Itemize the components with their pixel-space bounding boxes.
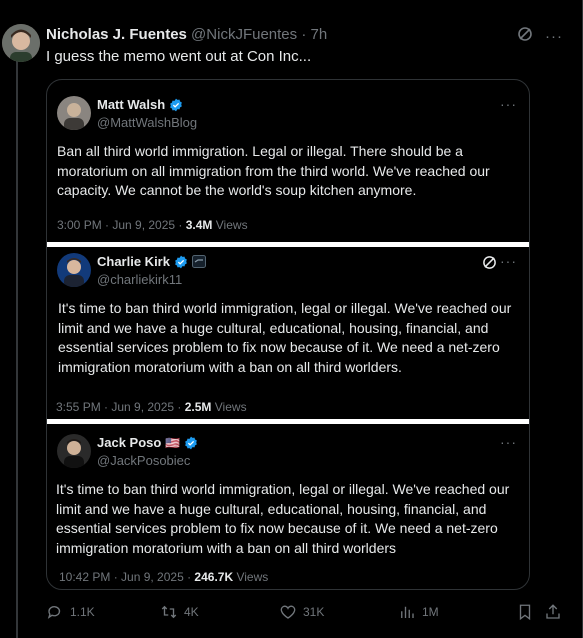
view-count: 246.7K [194, 570, 234, 584]
bookmark-button[interactable] [516, 603, 534, 621]
view-count: 3.4M [185, 218, 213, 232]
bookmark-icon [519, 604, 531, 621]
like-button[interactable]: 31K [279, 603, 324, 621]
us-flag-icon: 🇺🇸 [165, 435, 181, 450]
quote-author-name[interactable]: Charlie Kirk [97, 254, 206, 269]
repost-button[interactable]: 4K [160, 603, 199, 621]
post-header-actions: ··· [517, 26, 563, 47]
views-label: Views [211, 400, 247, 414]
grok-icon[interactable] [517, 26, 533, 47]
more-options-icon[interactable]: ··· [500, 434, 517, 450]
post-text: I guess the memo went out at Con Inc... [46, 48, 312, 65]
thread-line [16, 56, 18, 638]
reply-count: 1.1K [70, 605, 95, 619]
like-count: 31K [303, 605, 325, 619]
verified-badge-icon [185, 436, 198, 449]
quote-author-handle[interactable]: @MattWalshBlog [97, 115, 197, 130]
quote-text: Ban all third world immigration. Legal o… [57, 143, 490, 198]
quote-timestamp[interactable]: 3:00 PM · Jun 9, 2025 · [57, 218, 186, 232]
quote-meta: 3:00 PM · Jun 9, 2025 · 3.4M Views [57, 218, 248, 232]
verified-badge-icon [175, 255, 187, 268]
share-button[interactable] [544, 603, 562, 621]
verified-badge-icon [170, 98, 182, 111]
quoted-post-1[interactable]: Matt Walsh @MattWalshBlog ··· Ban all th… [47, 80, 529, 242]
quote-text: It's time to ban third world immigration… [56, 481, 510, 556]
repost-count: 4K [184, 605, 199, 619]
grok-icon[interactable] [482, 255, 497, 275]
views-count: 1M [422, 605, 439, 619]
quoted-posts-container: Matt Walsh @MattWalshBlog ··· Ban all th… [46, 79, 530, 590]
quote-author-handle[interactable]: @JackPosobiec [97, 453, 190, 468]
views-button[interactable]: 1M [398, 603, 439, 621]
more-options-icon[interactable]: ··· [500, 96, 517, 112]
more-options-icon[interactable]: ··· [500, 253, 517, 269]
author-handle[interactable]: @NickJFuentes [191, 26, 297, 43]
post-time[interactable]: 7h [310, 26, 327, 43]
separator-dot: · [301, 26, 307, 43]
quote-timestamp[interactable]: 10:42 PM · Jun 9, 2025 · [59, 570, 194, 584]
reply-icon [47, 606, 61, 619]
avatar[interactable] [2, 24, 40, 62]
quote-author-name[interactable]: Matt Walsh [97, 97, 183, 112]
quote-author-handle[interactable]: @charliekirk11 [97, 272, 182, 287]
post-header: Nicholas J. Fuentes @NickJFuentes · 7h [46, 26, 327, 43]
quote-text: It's time to ban third world immigration… [58, 300, 512, 375]
heart-icon [280, 605, 296, 619]
avatar[interactable] [57, 253, 91, 287]
view-count: 2.5M [184, 400, 212, 414]
quote-author-name[interactable]: Jack Poso 🇺🇸 [97, 435, 198, 450]
avatar[interactable] [57, 434, 91, 468]
quote-author-name-text: Charlie Kirk [97, 254, 170, 269]
quote-meta: 3:55 PM · Jun 9, 2025 · 2.5M Views [56, 400, 247, 414]
views-label: Views [212, 218, 248, 232]
author-name[interactable]: Nicholas J. Fuentes [46, 26, 187, 43]
quoted-post-2[interactable]: Charlie Kirk @charliekirk11 ··· It's tim… [47, 247, 529, 419]
post-action-bar: 1.1K 4K 31K 1M [46, 603, 566, 623]
quoted-post-3[interactable]: Jack Poso 🇺🇸 @JackPosobiec ··· It's time… [47, 424, 529, 589]
reply-button[interactable]: 1.1K [46, 603, 95, 621]
more-options-icon[interactable]: ··· [545, 28, 563, 45]
quote-meta: 10:42 PM · Jun 9, 2025 · 246.7K Views [59, 570, 268, 584]
analytics-icon [401, 606, 414, 618]
quote-author-name-text: Matt Walsh [97, 97, 166, 112]
repost-icon [161, 605, 177, 619]
avatar[interactable] [57, 96, 91, 130]
quote-author-name-text: Jack Poso [97, 435, 162, 450]
views-label: Views [233, 570, 269, 584]
quote-timestamp[interactable]: 3:55 PM · Jun 9, 2025 · [56, 400, 185, 414]
affiliate-badge-icon [191, 255, 206, 268]
share-icon [546, 604, 560, 619]
